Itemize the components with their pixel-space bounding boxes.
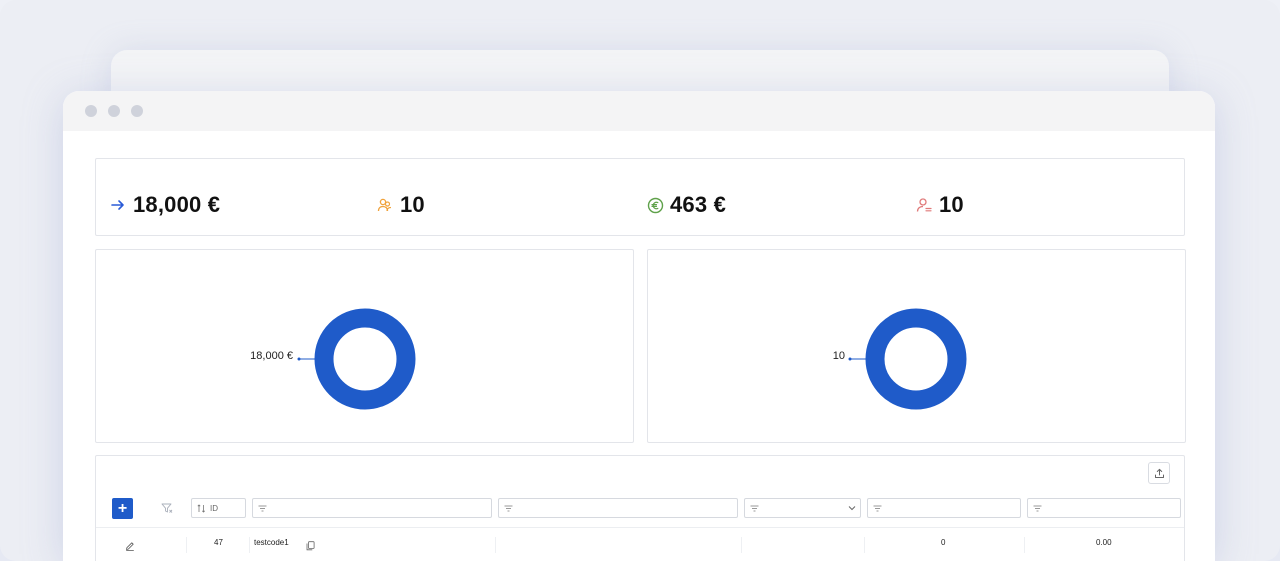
window-dot-minimize[interactable] — [108, 105, 120, 117]
kpi-revenue-value: 18,000 € — [133, 192, 221, 217]
revenue-donut-chart: 18,000 € — [250, 308, 416, 410]
app-window: 18,000 € 10 463 € 10 18,000 € 10 + ID 47… — [63, 91, 1215, 561]
users-donut-slice[interactable] — [865, 308, 967, 410]
revenue-donut-slice[interactable] — [314, 308, 416, 410]
pencil-icon — [126, 542, 134, 551]
kpi-revenue: 18,000 € — [109, 192, 220, 218]
filter-lines-icon — [258, 505, 267, 511]
status-filter-select[interactable] — [744, 498, 861, 518]
column-separator — [186, 537, 187, 553]
row-id: 47 — [214, 538, 223, 547]
kpi-commission-value: 463 € — [670, 192, 727, 217]
name-filter-input[interactable] — [498, 498, 738, 518]
user-minus-icon — [915, 196, 933, 214]
kpi-users-value: 10 — [400, 192, 425, 217]
users-donut-chart: 10 — [833, 308, 967, 410]
chevron-down-icon — [848, 506, 856, 511]
kpi-inactive-users: 10 — [915, 192, 964, 218]
column-separator — [249, 537, 250, 553]
column-separator — [495, 537, 496, 553]
users-donut-label: 10 — [833, 350, 845, 362]
filter-clear-icon — [161, 503, 173, 513]
kpi-users: 10 — [376, 192, 425, 218]
kpi-inactive-users-value: 10 — [939, 192, 964, 217]
copy-code-button[interactable] — [306, 538, 315, 556]
row-amount: 0.00 — [1096, 538, 1112, 547]
window-dot-maximize[interactable] — [131, 105, 143, 117]
filter-lines-icon — [873, 505, 882, 511]
add-row-button[interactable]: + — [112, 498, 133, 519]
copy-icon — [306, 541, 315, 551]
count-filter-input[interactable] — [867, 498, 1021, 518]
clear-filters-button[interactable] — [160, 501, 174, 515]
arrow-right-icon — [109, 196, 127, 214]
dashboard-content: 18,000 € 10 463 € 10 18,000 € 10 + ID 47… — [63, 131, 1215, 561]
amount-filter-input[interactable] — [1027, 498, 1181, 518]
filter-lines-icon — [1033, 505, 1042, 511]
export-icon — [1154, 468, 1164, 478]
code-filter-input[interactable] — [252, 498, 492, 518]
kpi-card: 18,000 € 10 463 € 10 — [95, 158, 1185, 236]
export-button[interactable] — [1148, 462, 1170, 484]
column-separator — [741, 537, 742, 553]
data-table: + ID 47 testcode1 0 0.00 — [95, 455, 1185, 561]
users-icon — [376, 196, 394, 214]
revenue-donut-label: 18,000 € — [250, 350, 293, 362]
edit-row-button[interactable] — [125, 538, 135, 556]
column-separator — [864, 537, 865, 553]
chart-card-users: 10 — [647, 249, 1186, 443]
window-dot-close[interactable] — [85, 105, 97, 117]
users-label-dot — [848, 357, 852, 361]
header-divider — [96, 527, 1184, 528]
euro-circle-icon — [646, 196, 664, 214]
column-separator — [1024, 537, 1025, 553]
window-titlebar — [63, 91, 1215, 131]
id-filter-label: ID — [210, 503, 218, 513]
kpi-commission: 463 € — [646, 192, 726, 218]
row-code: testcode1 — [254, 538, 289, 547]
id-sort-filter[interactable]: ID — [191, 498, 246, 518]
filter-lines-icon — [750, 505, 759, 511]
revenue-label-dot — [297, 357, 301, 361]
sort-icon — [197, 503, 205, 513]
row-count: 0 — [941, 538, 946, 547]
filter-lines-icon — [504, 505, 513, 511]
chart-card-revenue: 18,000 € — [95, 249, 634, 443]
